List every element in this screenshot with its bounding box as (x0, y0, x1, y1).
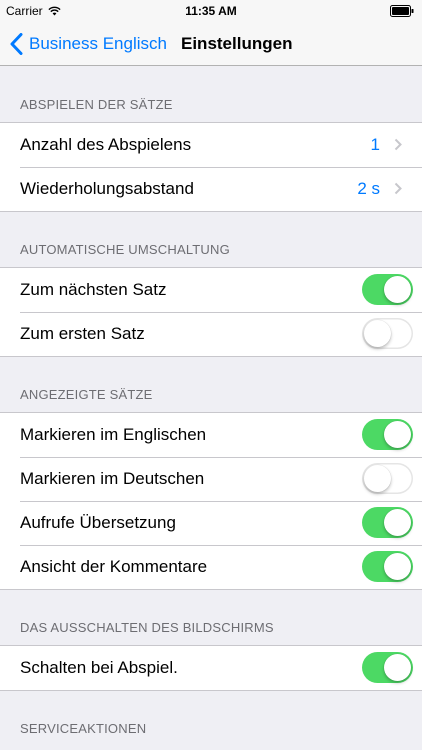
toggle-knob (364, 465, 391, 492)
back-button[interactable]: Business Englisch (10, 22, 167, 66)
row-value: 1 (370, 135, 380, 154)
chevron-right-icon (394, 138, 402, 151)
toggle-knob (384, 654, 411, 681)
back-button-label: Business Englisch (29, 34, 167, 53)
comments-view-toggle[interactable] (362, 551, 413, 582)
status-bar: Carrier 11:35 AM (0, 0, 422, 22)
row-switch-on-play: Schalten bei Abspiel. (0, 646, 422, 690)
row-label: Markieren im Deutschen (20, 469, 205, 488)
section-header-displayed: ANGEZEIGTE SÄTZE (20, 387, 153, 402)
playback-group: Anzahl des Abspielens 1 Wiederholungsabs… (0, 122, 422, 212)
section-header-playback: ABSPIELEN DER SÄTZE (20, 97, 173, 112)
row-label: Wiederholungsabstand (20, 179, 194, 198)
switch-on-play-toggle[interactable] (362, 652, 413, 683)
row-value: 2 s (357, 179, 380, 198)
row-label: Schalten bei Abspiel. (20, 658, 178, 677)
page-title: Einstellungen (181, 34, 293, 53)
row-repeat-interval[interactable]: Wiederholungsabstand 2 s (0, 167, 422, 211)
row-comments-view: Ansicht der Kommentare (0, 545, 422, 589)
chevron-left-icon (10, 33, 23, 55)
row-label: Anzahl des Abspielens (20, 135, 192, 154)
first-sentence-toggle[interactable] (362, 318, 413, 349)
section-header-screen-off: DAS AUSSCHALTEN DES BILDSCHIRMS (20, 620, 274, 635)
row-label: Ansicht der Kommentare (20, 557, 208, 576)
toggle-knob (384, 276, 411, 303)
toggle-knob (384, 553, 411, 580)
row-label: Aufrufe Übersetzung (20, 513, 176, 532)
row-label: Markieren im Englischen (20, 425, 207, 444)
navigation-bar: Business Englisch Einstellungen (0, 22, 422, 66)
highlight-english-toggle[interactable] (362, 419, 413, 450)
row-label: Zum ersten Satz (20, 324, 145, 343)
row-label: Zum nächsten Satz (20, 280, 167, 299)
toggle-knob (384, 509, 411, 536)
row-translation-calls: Aufrufe Übersetzung (0, 501, 422, 545)
row-highlight-german: Markieren im Deutschen (0, 457, 422, 501)
auto-switch-group: Zum nächsten Satz Zum ersten Satz (0, 267, 422, 357)
next-sentence-toggle[interactable] (362, 274, 413, 305)
row-play-count[interactable]: Anzahl des Abspielens 1 (0, 123, 422, 167)
row-highlight-english: Markieren im Englischen (0, 413, 422, 457)
chevron-right-icon (394, 182, 402, 195)
translation-calls-toggle[interactable] (362, 507, 413, 538)
section-header-auto-switch: AUTOMATISCHE UMSCHALTUNG (20, 242, 230, 257)
toggle-knob (364, 320, 391, 347)
status-time: 11:35 AM (185, 4, 237, 18)
row-first-sentence: Zum ersten Satz (0, 312, 422, 356)
displayed-group: Markieren im Englischen Markieren im Deu… (0, 412, 422, 590)
battery-icon (390, 5, 414, 17)
section-header-service: SERVICEAKTIONEN (20, 721, 147, 736)
screen-off-group: Schalten bei Abspiel. (0, 645, 422, 691)
row-next-sentence: Zum nächsten Satz (0, 268, 422, 312)
toggle-knob (384, 421, 411, 448)
settings-list[interactable]: ABSPIELEN DER SÄTZE Anzahl des Abspielen… (0, 67, 422, 746)
highlight-german-toggle[interactable] (362, 463, 413, 494)
